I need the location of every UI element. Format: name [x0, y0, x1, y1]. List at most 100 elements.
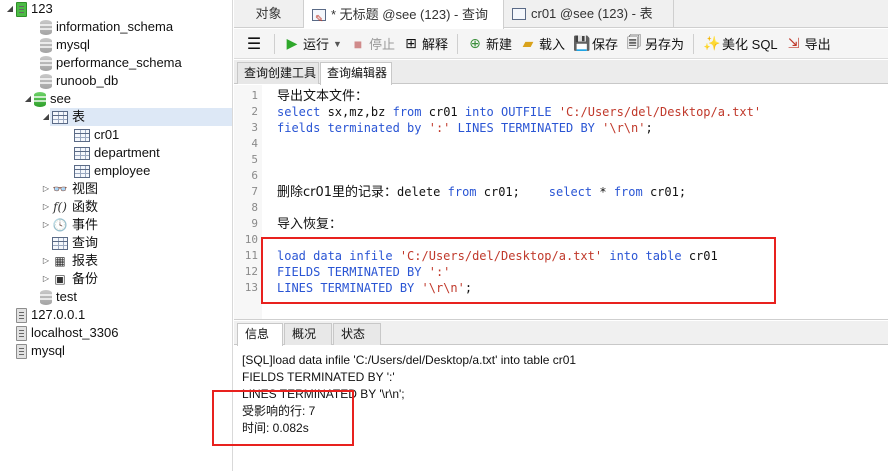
expand-arrow-icon[interactable]: ▷ [40, 270, 52, 288]
highlight-box-result [212, 390, 354, 446]
line-number: 1 [251, 89, 258, 102]
tab-table-cr01[interactable]: cr01 @see (123) - 表 [504, 0, 674, 28]
load-button[interactable]: ▰ 载入 [516, 32, 569, 56]
tree-folder-events[interactable]: ▷ 🕓 事件 [40, 216, 98, 234]
play-icon: ▶ [286, 35, 298, 51]
tab-query-builder[interactable]: 查询创建工具 [237, 62, 319, 84]
expand-arrow-icon[interactable]: ▷ [40, 252, 52, 270]
toolbar-separator [274, 33, 275, 54]
tree-connection-127[interactable]: 127.0.0.1 [16, 306, 85, 324]
stop-button[interactable]: ■ 停止 [346, 32, 399, 56]
line-number: 11 [244, 249, 258, 262]
tree-connection-123[interactable]: ◢ 123 [4, 0, 53, 18]
event-clock-icon: 🕓 [52, 218, 68, 232]
save-icon: 💾 [573, 35, 591, 51]
stop-icon: ■ [353, 35, 363, 52]
database-icon [40, 289, 52, 305]
view-glasses-icon: 👓 [52, 182, 68, 196]
line-number: 4 [251, 137, 258, 150]
code-line-7: 删除cr01里的记录：delete from cr01; select * fr… [277, 185, 687, 200]
tree-connection-localhost[interactable]: localhost_3306 [16, 324, 118, 342]
toolbar-separator [456, 33, 458, 54]
save-as-icon: 🗐 [627, 33, 642, 50]
code-line-9: 导入恢复： [277, 217, 343, 232]
tree-table-department[interactable]: department [74, 144, 160, 162]
line-number: 3 [251, 121, 258, 134]
object-tab-bar: 对象 * 无标题 @see (123) - 查询 cr01 @see (123)… [234, 0, 888, 34]
editor-mode-tabs: 查询创建工具 查询编辑器 [234, 60, 888, 85]
new-query-icon: ⊕ [469, 35, 481, 51]
line-number: 2 [251, 105, 258, 118]
expand-arrow-icon[interactable]: ▷ [40, 198, 52, 216]
sql-editor[interactable]: 1 2 3 4 5 6 7 8 9 10 11 12 13 导出文本文件： se… [234, 85, 888, 320]
export-icon: ⇲ [787, 35, 800, 51]
result-line: [SQL]load data infile 'C:/Users/del/Desk… [242, 353, 577, 367]
table-icon [74, 164, 90, 178]
line-number-gutter: 1 2 3 4 5 6 7 8 9 10 11 12 13 [234, 85, 262, 319]
result-message-panel: [SQL]load data infile 'C:/Users/del/Desk… [212, 346, 888, 471]
tree-folder-backups[interactable]: ▷ ▣ 备份 [40, 270, 98, 288]
tree-db-information-schema[interactable]: information_schema [40, 18, 173, 36]
folder-icon: ▰ [522, 35, 534, 51]
line-number: 9 [251, 217, 258, 230]
tree-db-see[interactable]: ◢ see [22, 90, 71, 108]
line-number: 6 [251, 169, 258, 182]
toolbar-separator [693, 33, 695, 54]
table-icon [52, 110, 68, 124]
expand-arrow-icon[interactable]: ▷ [40, 180, 52, 198]
table-tab-icon [512, 8, 526, 20]
tree-folder-queries[interactable]: 查询 [52, 234, 98, 252]
function-icon: f() [53, 200, 67, 214]
code-line-2: select sx,mz,bz from cr01 into OUTFILE '… [277, 105, 762, 119]
line-number: 13 [244, 281, 258, 294]
tab-query-untitled[interactable]: * 无标题 @see (123) - 查询 [304, 0, 504, 34]
table-icon [74, 128, 90, 142]
collapse-arrow-icon[interactable]: ◢ [4, 0, 16, 18]
explain-button[interactable]: ⊞ 解释 [399, 32, 452, 56]
menu-button[interactable]: ☰ [242, 32, 269, 56]
tree-folder-functions[interactable]: ▷ f() 函数 [40, 198, 98, 216]
tab-query-editor[interactable]: 查询编辑器 [320, 62, 392, 85]
tree-db-runoob-db[interactable]: runoob_db [40, 72, 118, 90]
export-button[interactable]: ⇲ 导出 [782, 32, 835, 56]
result-tab-bar: 信息 概况 状态 [234, 321, 888, 346]
tab-status[interactable]: 状态 [333, 323, 381, 345]
line-number: 12 [244, 265, 258, 278]
code-line-1: 导出文本文件： [277, 89, 369, 104]
tree-folder-views[interactable]: ▷ 👓 视图 [40, 180, 98, 198]
connection-icon [16, 325, 27, 341]
tree-table-cr01[interactable]: cr01 [74, 126, 119, 144]
line-number: 5 [251, 153, 258, 166]
new-button[interactable]: ⊕ 新建 [463, 32, 516, 56]
tree-folder-reports[interactable]: ▷ ▦ 报表 [40, 252, 98, 270]
tree-connection-mysql[interactable]: mysql [16, 342, 65, 360]
query-icon [52, 236, 68, 250]
tab-profile[interactable]: 概况 [284, 323, 332, 345]
code-line-3: fields terminated by ':' LINES TERMINATE… [277, 121, 653, 135]
tab-objects[interactable]: 对象 [234, 0, 304, 28]
tree-db-mysql[interactable]: mysql [40, 36, 90, 54]
tree-db-test[interactable]: test [40, 288, 77, 306]
connection-icon [16, 307, 27, 323]
run-button[interactable]: ▶ 运行 ▼ [280, 32, 346, 56]
save-button[interactable]: 💾 保存 [569, 32, 622, 56]
tree-db-performance-schema[interactable]: performance_schema [40, 54, 182, 72]
beautify-sql-button[interactable]: ✨ 美化 SQL [699, 32, 782, 56]
explain-icon: ⊞ [405, 35, 417, 51]
result-line: FIELDS TERMINATED BY ':' [242, 370, 395, 384]
highlight-box-import-sql [261, 237, 776, 304]
navigation-tree[interactable]: ◢ 123 information_schema mysql performan… [0, 0, 233, 471]
tab-info[interactable]: 信息 [237, 323, 283, 346]
database-icon [40, 55, 52, 71]
collapse-arrow-icon[interactable]: ◢ [40, 108, 52, 126]
expand-arrow-icon[interactable]: ▷ [40, 216, 52, 234]
line-number: 7 [251, 185, 258, 198]
backup-icon: ▣ [54, 272, 66, 286]
collapse-arrow-icon[interactable]: ◢ [22, 90, 34, 108]
save-as-button[interactable]: 🗐 另存为 [622, 32, 688, 56]
query-tab-icon [312, 6, 326, 34]
tree-table-employee[interactable]: employee [74, 162, 150, 180]
database-icon [40, 73, 52, 89]
tree-folder-tables[interactable]: ◢ 表 [40, 108, 85, 126]
dropdown-arrow-icon[interactable]: ▼ [333, 39, 342, 49]
